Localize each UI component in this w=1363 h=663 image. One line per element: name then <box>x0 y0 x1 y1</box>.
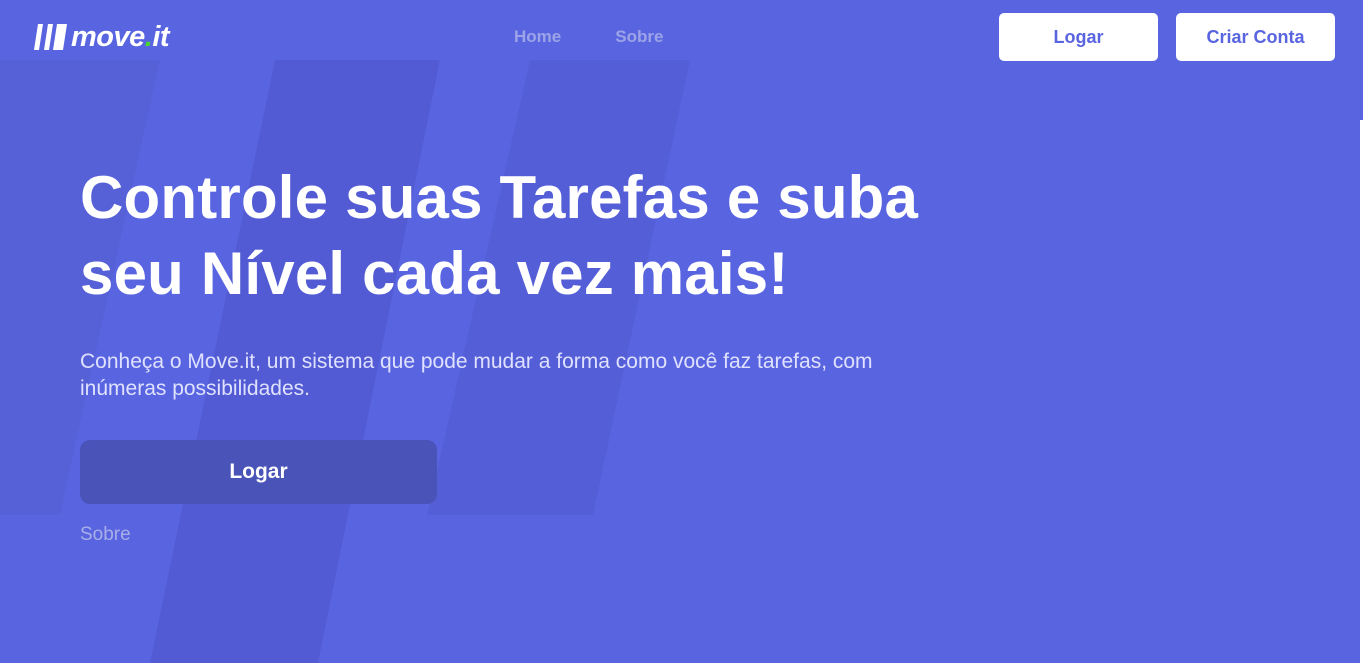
about-link[interactable]: Sobre <box>80 524 131 546</box>
nav-item-sobre[interactable]: Sobre <box>615 27 663 47</box>
logo-bars-icon <box>34 24 67 50</box>
brand-logo[interactable]: move.it <box>33 19 170 55</box>
login-button[interactable]: Logar <box>999 13 1158 61</box>
hero-subtitle: Conheça o Move.it, um sistema que pode m… <box>80 350 873 400</box>
brand-name: move.it <box>71 20 170 53</box>
nav-item-home[interactable]: Home <box>514 27 561 47</box>
hero-section: Controle suas Tarefas e suba seu Nível c… <box>80 160 980 546</box>
main-nav: Home Sobre <box>514 27 663 47</box>
hero-login-button[interactable]: Logar <box>80 440 437 504</box>
top-navbar: move.it Home Sobre Logar Criar Conta <box>0 0 1363 76</box>
hero-title: Controle suas Tarefas e suba seu Nível c… <box>80 164 919 307</box>
create-account-button[interactable]: Criar Conta <box>1176 13 1335 61</box>
